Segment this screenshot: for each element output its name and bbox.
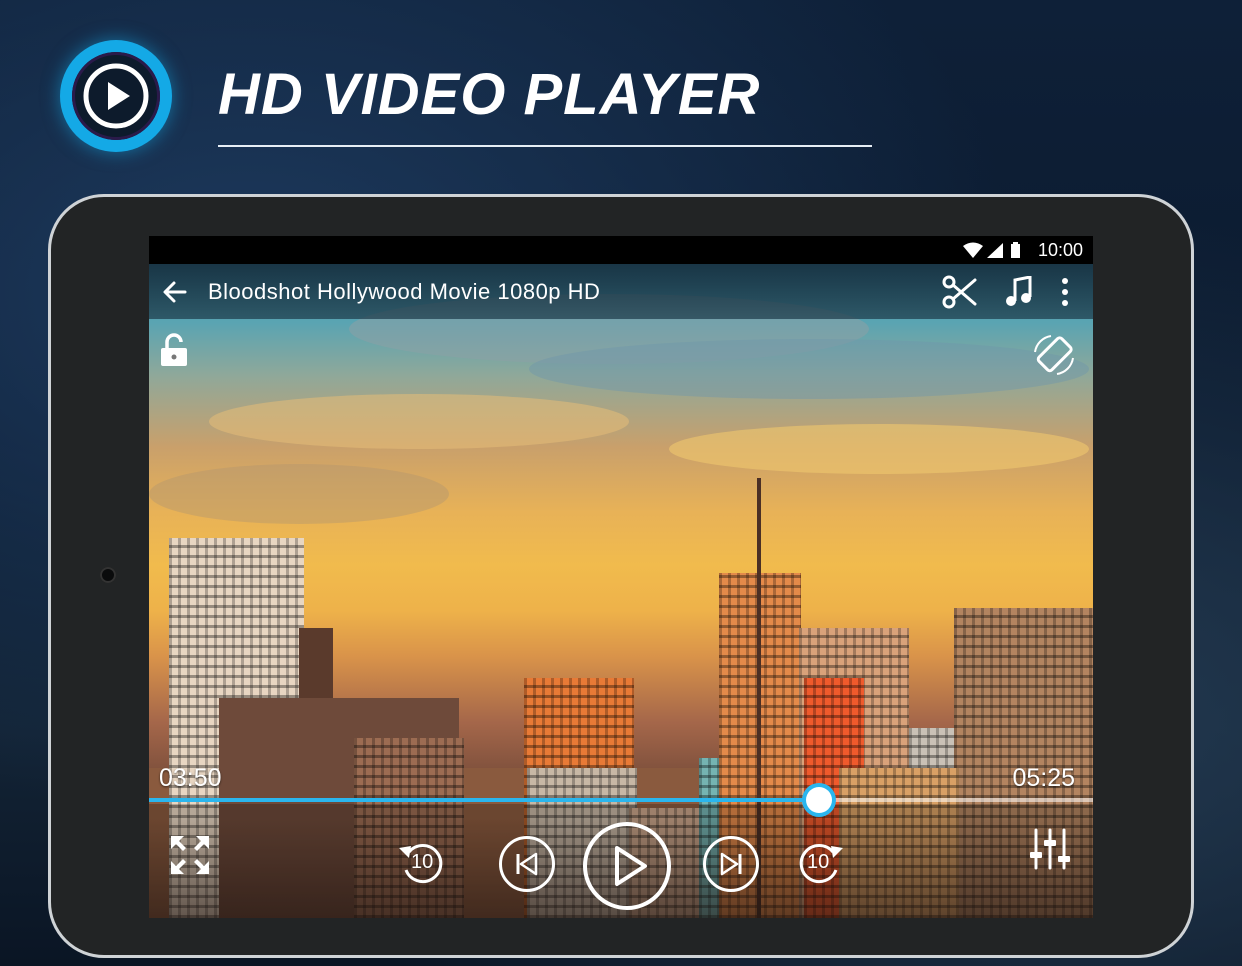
status-bar: 10:00 [149,236,1093,264]
screen-rotate-icon[interactable] [1031,332,1077,378]
lock-icon[interactable] [159,332,189,368]
cloud [209,394,629,449]
next-button[interactable] [703,836,759,892]
seek-bar[interactable] [149,787,1093,813]
seek-bar-progress [149,798,820,802]
previous-button[interactable] [499,836,555,892]
scissors-cut-icon[interactable] [941,274,979,310]
cellular-signal-icon [987,243,1003,258]
play-icon [615,846,647,886]
skip-next-icon [720,852,742,876]
back-arrow-icon[interactable] [161,278,189,306]
equalizer-icon[interactable] [1029,828,1071,870]
forward-seconds: 10 [807,851,830,873]
cloud [669,424,1089,474]
app-logo [60,40,172,152]
more-vert-icon[interactable] [1057,276,1073,308]
title-underline [218,145,872,147]
cloud [149,464,449,524]
replay-seconds: 10 [411,851,434,873]
player-top-bar: Bloodshot Hollywood Movie 1080p HD [149,264,1093,319]
video-title: Bloodshot Hollywood Movie 1080p HD [208,279,601,304]
front-camera [100,567,116,583]
elapsed-time: 03:50 [159,764,222,792]
forward-10-button[interactable]: 10 [793,836,847,890]
battery-icon [1011,244,1020,258]
wifi-icon [963,242,983,258]
total-duration: 05:25 [1012,764,1075,792]
play-logo-icon [83,63,149,129]
music-note-icon[interactable] [1005,276,1033,308]
device-screen: 10:00 Bloodshot Hollywood Movie 1080p HD [149,236,1093,918]
status-time: 10:00 [1037,240,1083,260]
replay-10-button[interactable]: 10 [395,836,449,890]
cloud [529,339,1089,399]
fullscreen-expand-icon[interactable] [169,834,211,876]
status-icons [963,242,1020,258]
app-title: HD VIDEO PLAYER [218,62,761,127]
skip-previous-icon [516,852,538,876]
play-button[interactable] [583,822,671,910]
